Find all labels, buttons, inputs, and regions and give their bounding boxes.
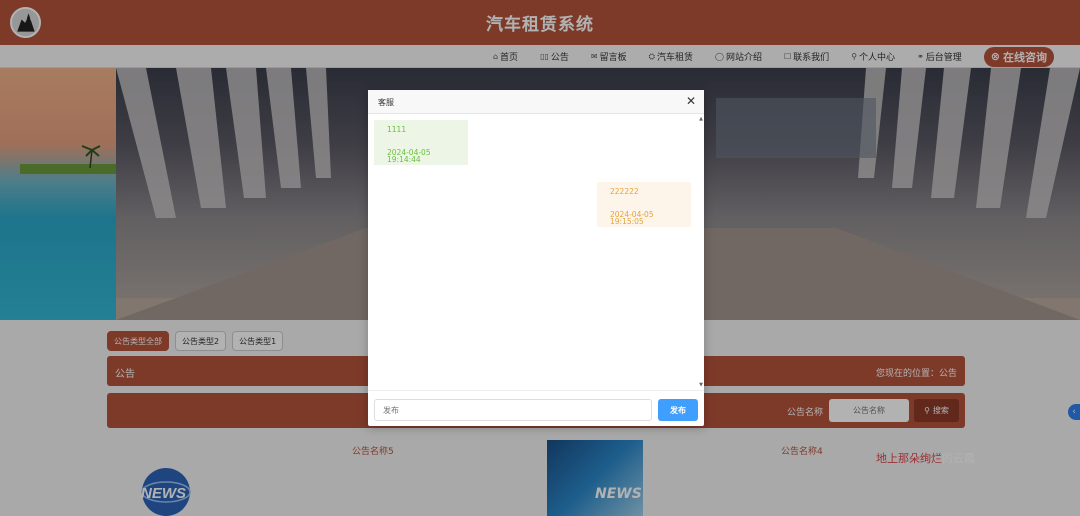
close-icon[interactable]: ✕ [686,94,696,108]
message-time: 2024-04-05 19:15:05 [610,209,654,226]
dialog-title: 客服 [378,98,394,107]
scroll-down-icon[interactable]: ▼ [699,382,703,388]
message-time: 2024-04-05 19:14:44 [387,147,431,164]
scroll-up-icon[interactable]: ▲ [699,116,703,122]
chat-scrollbar[interactable]: ▲ ▼ [697,116,703,388]
chat-message-input[interactable] [374,399,652,421]
chat-message-left: 1111 2024-04-05 19:14:44 [374,120,468,165]
dialog-header: 客服 ✕ [368,90,704,114]
chat-message-list[interactable]: 1111 2024-04-05 19:14:44 222222 2024-04-… [368,114,704,390]
message-text: 1111 [387,125,407,134]
message-text: 222222 [610,187,639,196]
send-button[interactable]: 发布 [658,399,698,421]
chat-message-right: 222222 2024-04-05 19:15:05 [597,182,691,227]
chat-input-area: 发布 [368,390,704,426]
customer-service-dialog: 客服 ✕ 1111 2024-04-05 19:14:44 222222 202… [368,90,704,426]
